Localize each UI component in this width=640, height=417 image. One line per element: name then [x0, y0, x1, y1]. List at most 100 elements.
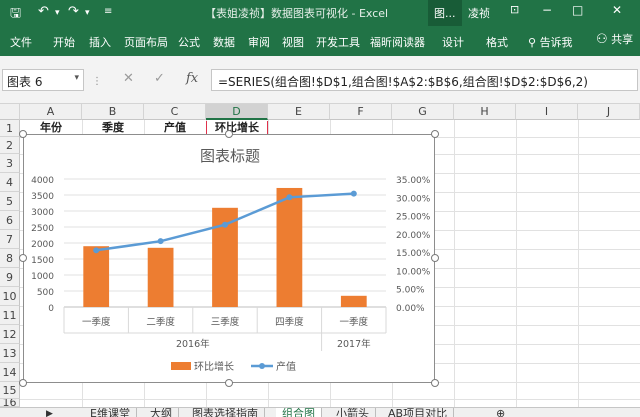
tab-view[interactable]: 视图 [282, 34, 304, 50]
legend-label-line: 产值 [276, 360, 296, 373]
cell-c1[interactable]: 产值 [144, 121, 206, 135]
chevron-down-icon[interactable]: ▾ [74, 73, 79, 83]
column-header-d[interactable]: D [206, 104, 268, 120]
cell-d1[interactable]: 环比增长 [206, 121, 268, 135]
insert-function-button[interactable]: fx [186, 71, 198, 86]
row-header[interactable]: 16 [0, 399, 20, 407]
column-header-i[interactable]: I [516, 104, 578, 120]
sheet-tab[interactable]: 小箭头 [330, 408, 376, 417]
row-header[interactable]: 7 [0, 230, 20, 249]
row-header[interactable]: 10 [0, 287, 20, 306]
sheet-tab-active[interactable]: 组合图 [276, 408, 322, 417]
resize-handle[interactable] [431, 254, 439, 262]
column-header-b[interactable]: B [82, 104, 144, 120]
maximize-button[interactable]: □ [572, 3, 583, 17]
tab-insert[interactable]: 插入 [89, 34, 111, 50]
row-header[interactable]: 13 [0, 344, 20, 363]
column-header-f[interactable]: F [330, 104, 392, 120]
column-header-e[interactable]: E [268, 104, 330, 120]
y-axis-left-tick-label: 3000 [31, 208, 54, 218]
column-header-h[interactable]: H [454, 104, 516, 120]
row-header[interactable]: 15 [0, 382, 20, 399]
row-header[interactable]: 4 [0, 173, 20, 192]
resize-handle[interactable] [19, 130, 27, 138]
x-axis-category-label: 二季度 [146, 316, 175, 328]
y-axis-left-tick-label: 4000 [31, 176, 54, 186]
row-header[interactable]: 12 [0, 325, 20, 344]
minimize-button[interactable]: − [542, 3, 552, 17]
sheet-tab[interactable]: 图表选择指南 [186, 408, 265, 417]
tab-developer[interactable]: 开发工具 [316, 34, 360, 50]
tab-page-layout[interactable]: 页面布局 [124, 34, 168, 50]
resize-handle[interactable] [19, 254, 27, 262]
y-axis-right-tick-label: 0.00% [396, 304, 425, 314]
add-sheet-icon[interactable]: ⊕ [490, 408, 511, 417]
row-header[interactable]: 1 [0, 120, 20, 137]
tab-format[interactable]: 格式 [486, 34, 508, 50]
sheet-tab[interactable]: 大纲 [144, 408, 179, 417]
tab-foxit-reader[interactable]: 福昕阅读器 [370, 34, 425, 50]
resize-handle[interactable] [19, 379, 27, 387]
cell-b1[interactable]: 季度 [82, 121, 144, 135]
sheet-tab[interactable]: AB项目对比 [382, 408, 455, 417]
tab-file[interactable]: 文件 [10, 34, 32, 50]
line-point-1 [93, 247, 100, 254]
formula-bar: 图表 6 ▾ ⋮ ✕ ✓ fx =SERIES(组合图!$D$1,组合图!$A$… [0, 56, 640, 104]
y-axis-right-tick-label: 20.00% [396, 231, 431, 241]
combo-chart[interactable]: 图表标题 0 500 1000 1500 2000 2500 3000 3500 4000 0.… [23, 134, 435, 383]
undo-icon[interactable]: ↶ [38, 4, 49, 19]
cell-a1[interactable]: 年份 [20, 121, 82, 135]
chart-title[interactable]: 图表标题 [200, 147, 260, 165]
row-header[interactable]: 5 [0, 192, 20, 211]
ribbon-display-options-icon[interactable]: ⊡ [510, 3, 519, 16]
lightbulb-icon: ⚲ [528, 36, 537, 49]
column-header-a[interactable]: A [20, 104, 82, 120]
tab-data[interactable]: 数据 [213, 34, 235, 50]
row-header[interactable]: 2 [0, 137, 20, 154]
resize-handle[interactable] [225, 130, 233, 138]
row-header[interactable]: 3 [0, 154, 20, 173]
row-header[interactable]: 9 [0, 268, 20, 287]
tell-me-search[interactable]: ⚲ 告诉我 [528, 34, 573, 50]
row-header[interactable]: 8 [0, 249, 20, 268]
redo-dropdown-icon[interactable]: ▾ [85, 8, 90, 18]
customize-toolbar-icon[interactable]: ≡ [104, 6, 112, 17]
x-axis-group-label: 2016年 [176, 338, 210, 350]
enter-icon[interactable]: ✓ [154, 71, 165, 86]
tab-review[interactable]: 审阅 [248, 34, 270, 50]
cancel-icon[interactable]: ✕ [123, 71, 134, 86]
y-axis-left-tick-label: 3500 [31, 192, 54, 202]
resize-handle[interactable] [431, 130, 439, 138]
close-button[interactable]: ✕ [612, 3, 622, 17]
sheet-tab[interactable]: E维课堂 [84, 408, 137, 417]
tab-home[interactable]: 开始 [53, 34, 75, 50]
column-header-g[interactable]: G [392, 104, 454, 120]
tab-formulas[interactable]: 公式 [178, 34, 200, 50]
save-icon[interactable]: 🖫 [10, 4, 21, 26]
column-header-j[interactable]: J [578, 104, 640, 120]
bar-4 [276, 187, 303, 307]
y-axis-right-tick-label: 35.00% [396, 176, 431, 186]
row-header[interactable]: 11 [0, 306, 20, 325]
row-header[interactable]: 14 [0, 363, 20, 382]
redo-icon[interactable]: ↷ [68, 4, 79, 19]
scroll-tabs-right-icon[interactable]: ▶ [40, 408, 59, 417]
name-box[interactable]: 图表 6 ▾ [2, 69, 84, 91]
gridline [20, 399, 640, 400]
y-axis-left-tick-label: 2500 [31, 224, 54, 234]
y-axis-right-tick-label: 5.00% [396, 286, 425, 296]
select-all-corner[interactable] [0, 104, 20, 120]
undo-dropdown-icon[interactable]: ▾ [55, 8, 60, 18]
formula-bar-splitter-icon[interactable]: ⋮ [92, 76, 102, 87]
tab-design[interactable]: 设计 [442, 34, 464, 50]
x-axis-category-label: 三季度 [211, 316, 240, 328]
context-tab-chart-tools[interactable]: 图... [428, 0, 462, 26]
row-header[interactable]: 6 [0, 211, 20, 230]
resize-handle[interactable] [225, 379, 233, 387]
formula-input[interactable]: =SERIES(组合图!$D$1,组合图!$A$2:$B$6,组合图!$D$2:… [211, 69, 638, 91]
share-button[interactable]: ⚇ 共享 [596, 31, 633, 47]
column-header-c[interactable]: C [144, 104, 206, 120]
legend-label-bar: 环比增长 [194, 360, 234, 373]
resize-handle[interactable] [431, 379, 439, 387]
context-tab-user[interactable]: 凌祯 [462, 0, 496, 26]
